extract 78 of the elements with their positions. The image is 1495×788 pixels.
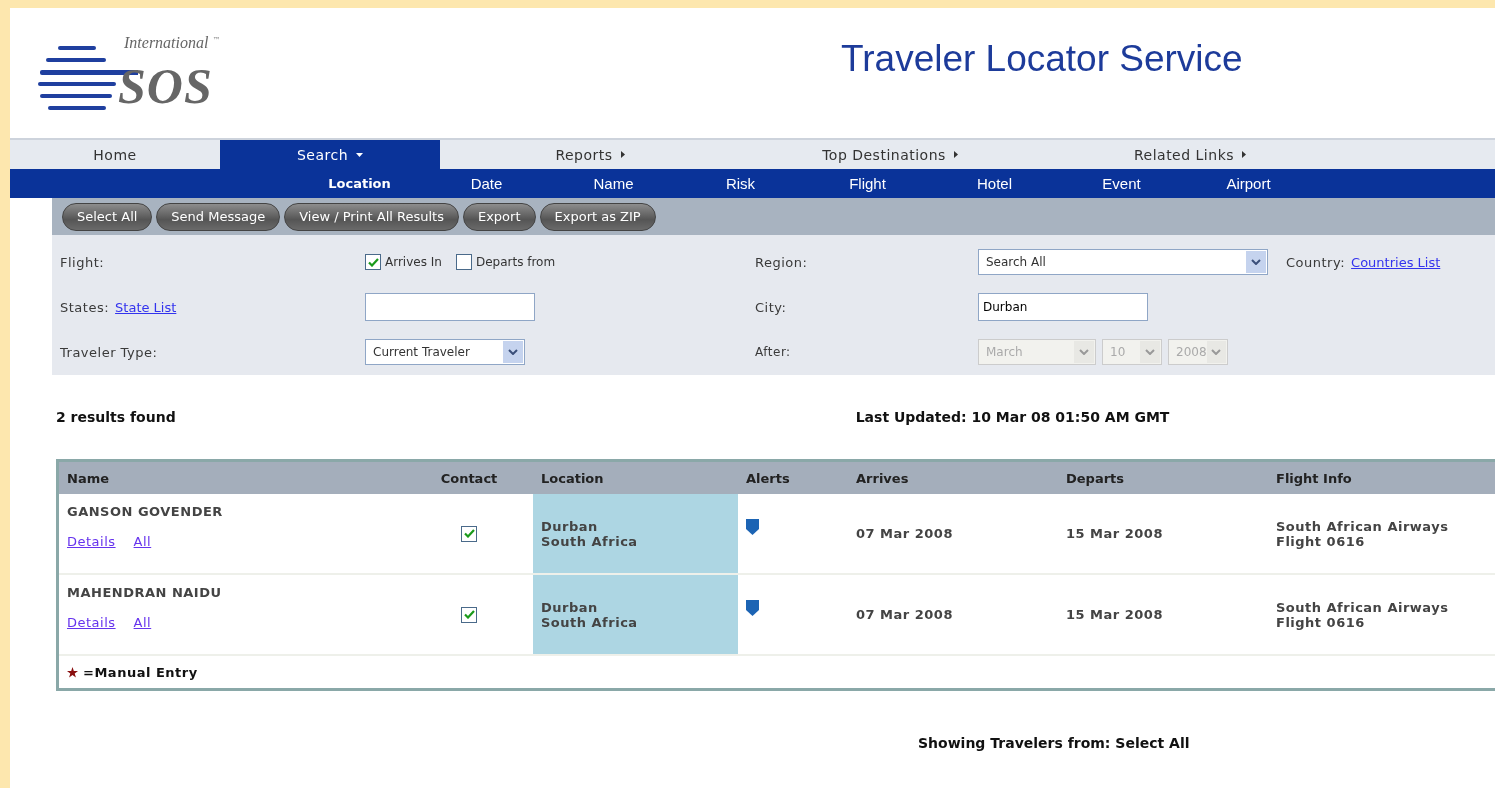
caret-right-icon [620,151,625,158]
subnav-tab[interactable]: Risk [677,175,804,192]
toolbar-button[interactable]: Select All [62,202,153,231]
chevron-down-icon [1251,259,1261,265]
logo-wordmark: SOS [118,60,213,112]
column-header: Name [59,462,398,494]
table-cell: South African Airways Flight 0616 [1268,494,1495,574]
checkbox-label: Arrives In [385,255,442,269]
chevron-down-icon [1145,349,1155,355]
row-link[interactable]: All [133,534,152,549]
table-cell: 07 Mar 2008 [848,494,1058,574]
traveler-name: MAHENDRAN NAIDU [67,585,223,602]
subnav-tab[interactable]: Location [296,176,423,191]
chevron-down-icon [1079,349,1089,355]
field-label: Country: [1286,254,1346,270]
row-link[interactable]: Details [67,534,116,549]
nav-tab[interactable]: Top Destinations [740,140,1040,169]
toolbar-button[interactable]: View / Print All Results [284,202,459,231]
table-cell: 07 Mar 2008 [848,574,1058,655]
countries-link[interactable]: Countries List [1351,254,1441,270]
toolbar-button[interactable]: Send Message [156,202,281,231]
table-cell: South African Airways Flight 0616 [1268,574,1495,655]
page-title: Traveler Locator Service [841,38,1243,80]
location-cell: Durban South Africa [533,494,738,574]
results-count: 2 results found [56,409,176,425]
toolbar-button[interactable]: Export as ZIP [539,202,656,231]
subnav-tab[interactable]: Flight [804,175,931,192]
column-header: Contact [398,462,533,494]
row-link[interactable]: Details [67,615,116,630]
nav-tab[interactable]: Related Links [1040,140,1340,169]
caret-right-icon [953,151,958,158]
subnav-tab[interactable]: Hotel [931,175,1058,192]
chevron-down-icon [1211,349,1222,355]
nav-tab[interactable]: Home [10,140,220,169]
column-header: Departs [1058,462,1268,494]
subnav-tab[interactable]: Date [423,175,550,192]
field-label: Flight: [60,254,106,270]
field-label: Region: [755,254,809,270]
checkbox[interactable] [461,525,477,542]
state-list-link[interactable]: State List [115,299,177,315]
traveler-type-select[interactable]: Current Traveler [365,339,525,365]
checkbox[interactable] [455,254,472,270]
location-cell: Durban South Africa [533,574,738,655]
subnav-tab[interactable]: Event [1058,175,1185,192]
toolbar-button[interactable]: Export [462,202,536,231]
table-cell: 15 Mar 2008 [1058,574,1268,655]
nav-tab[interactable]: Reports [440,140,740,169]
checkbox-label: Departs from [475,255,556,269]
column-header: Arrives [848,462,1058,494]
field-label: States: [60,299,110,315]
shield-icon [746,599,759,616]
table-cell: 15 Mar 2008 [1058,494,1268,574]
subnav-tab[interactable]: Airport [1185,175,1312,192]
city-input[interactable]: Durban [978,293,1148,321]
footer-text: Showing Travelers from: Select All [918,735,1190,751]
column-header: Location [533,462,738,494]
field-label: Traveler Type: [60,344,159,360]
row-link[interactable]: All [133,615,152,630]
region-select[interactable]: Search All [978,249,1268,275]
field-label: City: [755,299,788,315]
column-header: Alerts [738,462,848,494]
star-icon [67,666,78,678]
checkbox[interactable] [461,606,477,623]
caret-down-icon [356,152,364,157]
shield-icon [746,518,759,535]
logo-subtitle: International [124,34,210,52]
caret-right-icon [1242,151,1247,158]
subnav-tab[interactable]: Name [550,175,677,192]
checkbox[interactable] [365,254,381,270]
traveler-name: GANSON GOVENDER [67,504,224,521]
trademark-mark: ™ [212,36,221,45]
states-input[interactable] [365,293,535,321]
last-updated: Last Updated: 10 Mar 08 01:50 AM GMT [855,409,1170,425]
field-label: After: [755,345,792,359]
column-header: Flight Info [1268,462,1495,494]
chevron-down-icon [508,349,518,355]
nav-tab[interactable]: Search [220,140,440,169]
legend-text: =Manual Entry [83,664,198,680]
